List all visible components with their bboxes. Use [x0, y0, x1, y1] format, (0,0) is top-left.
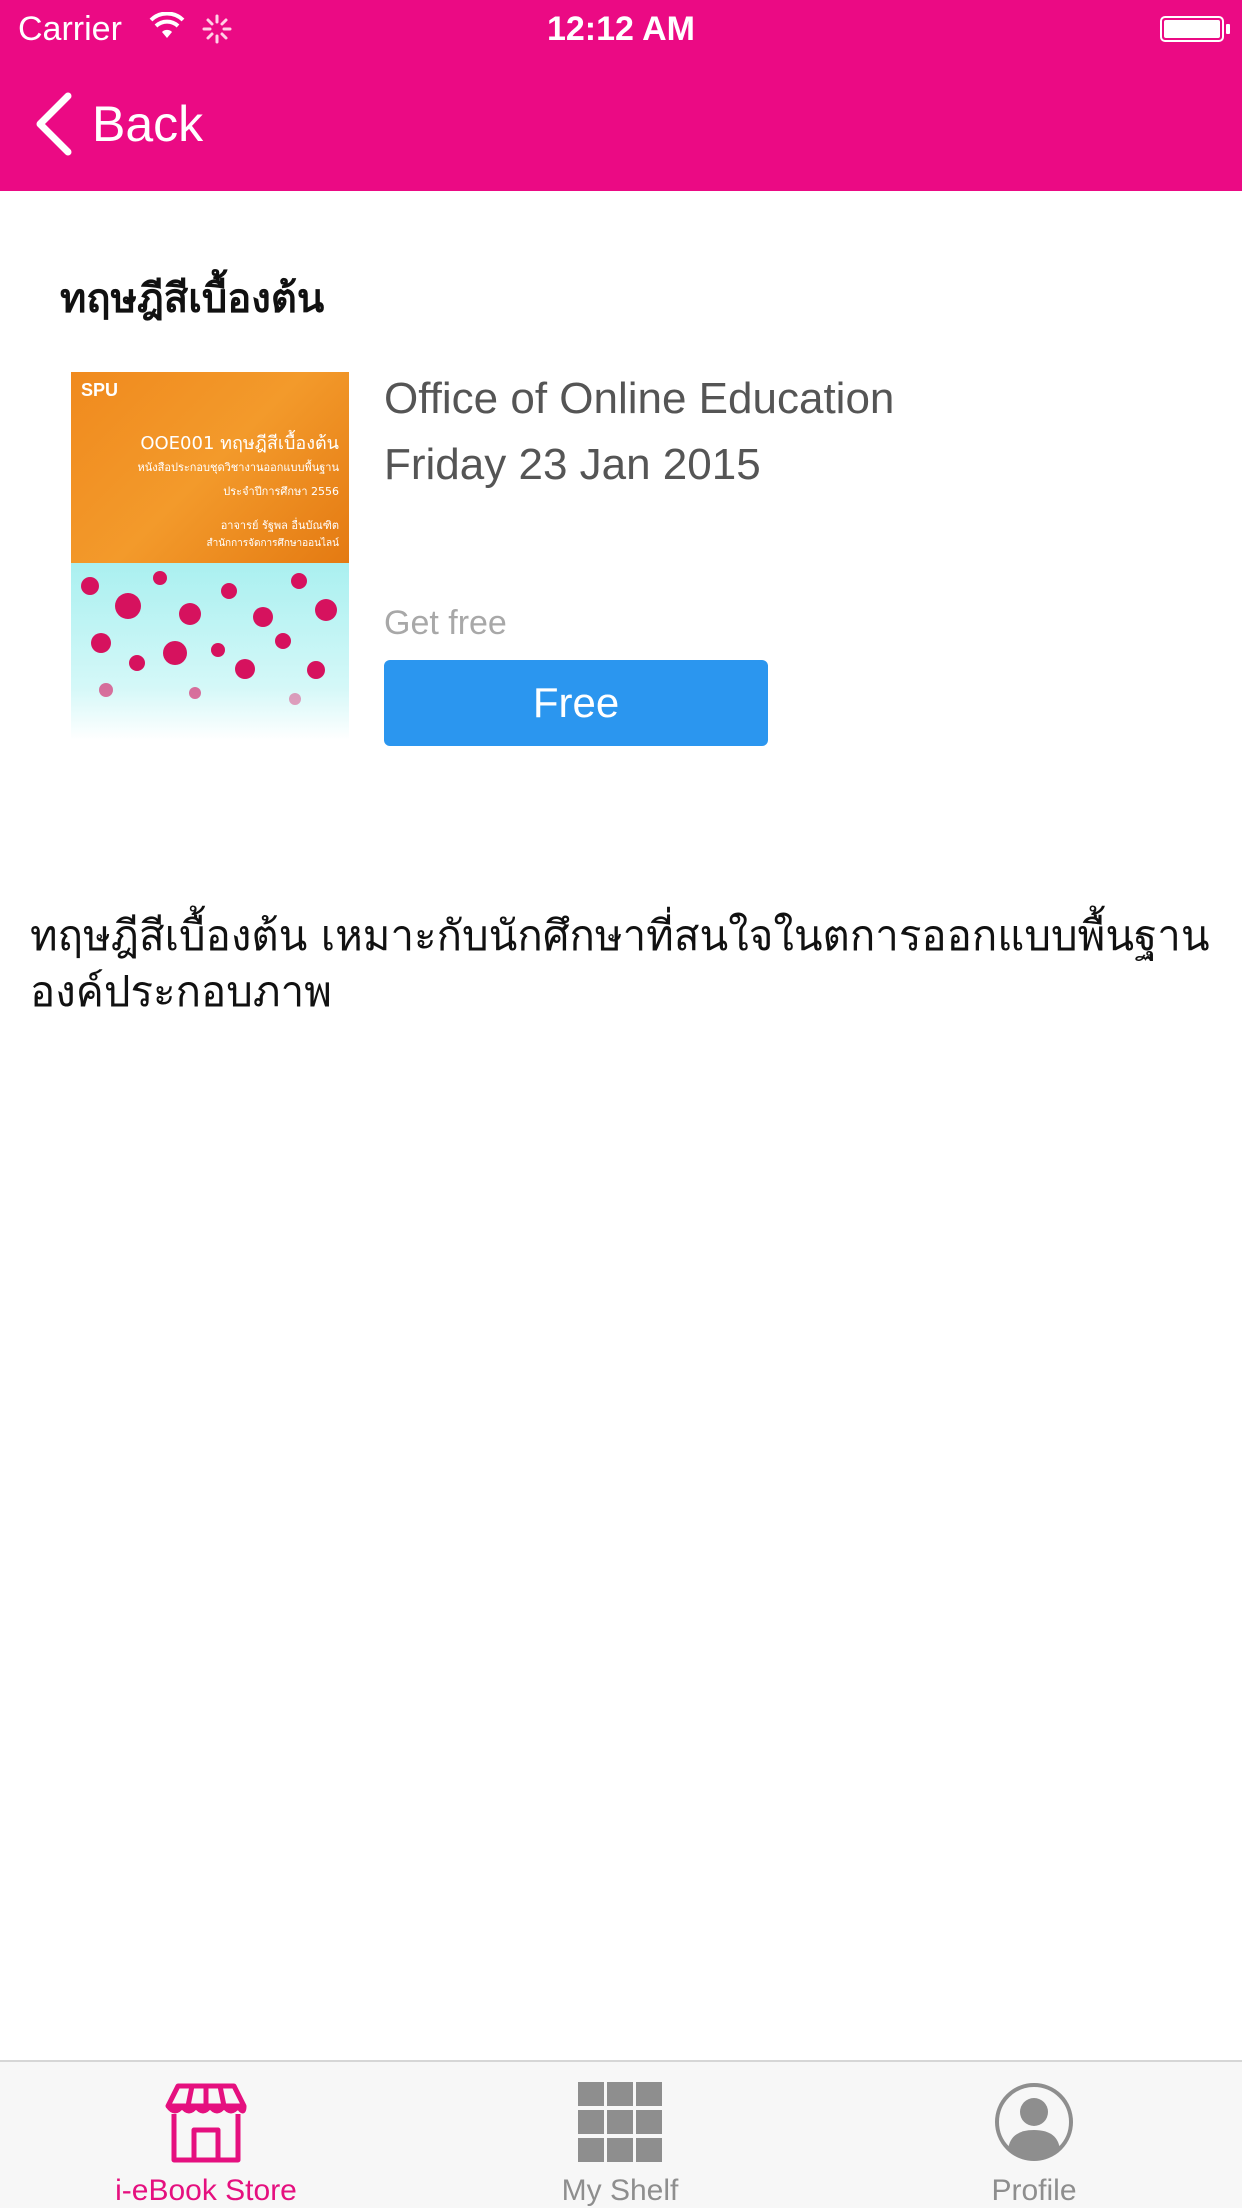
- tab-label: Profile: [991, 2174, 1077, 2207]
- cover-brand-logo: SPU: [81, 380, 119, 400]
- free-button[interactable]: Free: [384, 660, 768, 746]
- store-icon: [165, 2083, 247, 2163]
- publish-date: Friday 23 Jan 2015: [384, 440, 761, 489]
- back-label: Back: [92, 96, 204, 152]
- cover-flowers-image: [71, 563, 349, 740]
- back-button[interactable]: Back: [32, 92, 204, 156]
- cover-top: SPU OOE001 ทฤษฎีสีเบื้องต้น หนังสือประกอ…: [71, 372, 349, 563]
- top-header: Carrier 12:12 AM Back: [0, 0, 1242, 191]
- tab-ebook-store[interactable]: i-eBook Store: [56, 2062, 356, 2210]
- tab-label: My Shelf: [561, 2174, 679, 2207]
- tab-profile[interactable]: Profile: [884, 2062, 1184, 2210]
- chevron-left-icon: [36, 92, 72, 156]
- profile-icon: [995, 2083, 1073, 2161]
- book-cover[interactable]: SPU OOE001 ทฤษฎีสีเบื้องต้น หนังสือประกอ…: [71, 372, 349, 740]
- book-title: ทฤษฎีสีเบื้องต้น: [60, 276, 325, 322]
- cover-office: สำนักการจัดการศึกษาออนไลน์: [206, 538, 340, 549]
- book-description: ทฤษฎีสีเบื้องต้น เหมาะกับนักศึกษาที่สนใจ…: [30, 911, 1210, 1016]
- clock: 12:12 AM: [546, 10, 696, 48]
- tab-bar: i-eBook Store My Shelf Profile: [0, 2060, 1242, 2208]
- cover-year: ประจำปีการศึกษา 2556: [223, 485, 339, 498]
- tab-my-shelf[interactable]: My Shelf: [470, 2062, 770, 2210]
- publisher-name: Office of Online Education: [384, 374, 895, 423]
- battery-icon: [1160, 16, 1230, 42]
- grid-icon: [578, 2082, 662, 2162]
- price-caption: Get free: [384, 604, 507, 642]
- cover-subtitle: หนังสือประกอบชุดวิชางานออกแบบพื้นฐาน: [137, 461, 339, 474]
- cover-author: อาจารย์ รัฐพล อื่นบัณฑิต: [220, 519, 339, 532]
- tab-label: i-eBook Store: [115, 2174, 297, 2207]
- cover-title: OOE001 ทฤษฎีสีเบื้องต้น: [140, 433, 339, 454]
- status-bar: Carrier 12:12 AM: [0, 0, 1242, 60]
